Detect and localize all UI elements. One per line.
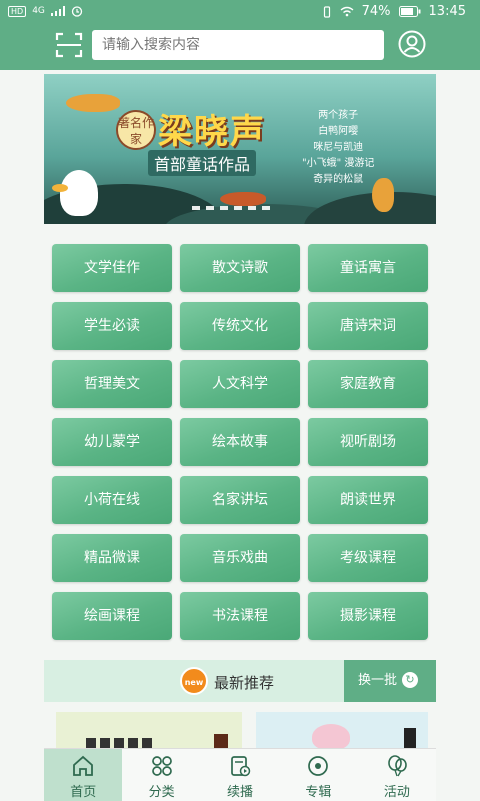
recommend-section-header: new 最新推荐 换一批 ↻ <box>44 660 436 702</box>
bottom-navigation: 首页 分类 续播 专辑 活动 <box>44 748 436 801</box>
banner-story-title: 咪尼与凯迪 <box>313 142 364 153</box>
banner-famous-writer-tag: 著名作家 <box>116 110 156 150</box>
category-button[interactable]: 考级课程 <box>308 534 428 582</box>
category-button[interactable]: 人文科学 <box>180 360 300 408</box>
category-button[interactable]: 学生必读 <box>52 302 172 350</box>
nav-label: 专辑 <box>305 785 332 800</box>
banner-story-title: 白鸭阿嘤 <box>318 126 359 137</box>
nav-item-resume[interactable]: 续播 <box>201 749 279 801</box>
network-indicator: 4G <box>32 6 45 16</box>
category-button[interactable]: 散文诗歌 <box>180 244 300 292</box>
alarm-icon <box>71 6 83 17</box>
banner-hill <box>304 192 436 224</box>
banner-story-title: 两个孩子 <box>318 110 359 121</box>
banner-author-name: 梁晓声 <box>158 112 266 152</box>
category-button[interactable]: 家庭教育 <box>308 360 428 408</box>
nav-label: 首页 <box>70 785 97 800</box>
vibrate-icon <box>323 5 330 18</box>
home-icon <box>73 755 94 776</box>
status-bar: HD 4G 74% 13:45 <box>0 0 480 24</box>
new-badge-icon: new <box>180 667 208 695</box>
category-button[interactable]: 小荷在线 <box>52 476 172 524</box>
balloon-icon <box>388 755 407 777</box>
category-icon <box>151 756 172 776</box>
wifi-icon <box>340 6 354 17</box>
category-button[interactable]: 哲理美文 <box>52 360 172 408</box>
banner-cat-illustration <box>372 178 394 212</box>
banner-story-title: "小飞蛾" 漫游记 <box>302 158 375 169</box>
banner-story-title: 奇异的松鼠 <box>313 174 364 185</box>
nav-label: 续播 <box>227 785 254 800</box>
user-profile-icon[interactable] <box>398 30 426 58</box>
banner-subtitle: 首部童话作品 <box>148 150 257 176</box>
nav-item-home[interactable]: 首页 <box>44 749 123 801</box>
category-button[interactable]: 传统文化 <box>180 302 300 350</box>
signal-icon <box>50 6 65 16</box>
category-button[interactable]: 绘画课程 <box>52 592 172 640</box>
refresh-icon: ↻ <box>402 672 418 688</box>
nav-item-activity[interactable]: 活动 <box>358 749 436 801</box>
category-button[interactable]: 音乐戏曲 <box>180 534 300 582</box>
category-button[interactable]: 朗读世界 <box>308 476 428 524</box>
banner-fox-illustration <box>66 94 120 112</box>
search-input[interactable]: 请输入搜索内容 <box>92 30 384 60</box>
category-button[interactable]: 唐诗宋词 <box>308 302 428 350</box>
banner-pagination-dots <box>192 206 270 210</box>
category-button[interactable]: 书法课程 <box>180 592 300 640</box>
book-cover-lotus <box>312 724 350 750</box>
banner-duck-illustration <box>52 170 98 216</box>
clock-time: 13:45 <box>428 4 466 19</box>
nav-item-category[interactable]: 分类 <box>122 749 200 801</box>
battery-percent: 74% <box>361 4 391 19</box>
banner-squirrel-illustration <box>220 192 266 206</box>
refresh-label: 换一批 <box>358 673 398 688</box>
hd-indicator: HD <box>8 5 27 17</box>
battery-icon <box>398 6 421 17</box>
banner-story-list: 两个孩子 白鸭阿嘤 咪尼与凯迪 "小飞蛾" 漫游记 奇异的松鼠 <box>302 108 374 188</box>
category-button[interactable]: 摄影课程 <box>308 592 428 640</box>
resume-play-icon <box>231 756 251 777</box>
nav-label: 活动 <box>383 785 410 800</box>
promo-banner[interactable]: 著名作家 梁晓声 首部童话作品 两个孩子 白鸭阿嘤 咪尼与凯迪 "小飞蛾" 漫游… <box>44 74 436 224</box>
category-button[interactable]: 文学佳作 <box>52 244 172 292</box>
scan-icon[interactable] <box>54 30 84 60</box>
album-icon <box>308 756 329 776</box>
nav-label: 分类 <box>148 785 175 800</box>
category-button[interactable]: 精品微课 <box>52 534 172 582</box>
category-button[interactable]: 视听剧场 <box>308 418 428 466</box>
nav-item-album[interactable]: 专辑 <box>279 749 357 801</box>
category-button[interactable]: 幼儿蒙学 <box>52 418 172 466</box>
refresh-batch-button[interactable]: 换一批 ↻ <box>344 660 436 702</box>
category-button[interactable]: 绘本故事 <box>180 418 300 466</box>
category-button[interactable]: 名家讲坛 <box>180 476 300 524</box>
category-button[interactable]: 童话寓言 <box>308 244 428 292</box>
recommend-title: 最新推荐 <box>214 674 275 692</box>
